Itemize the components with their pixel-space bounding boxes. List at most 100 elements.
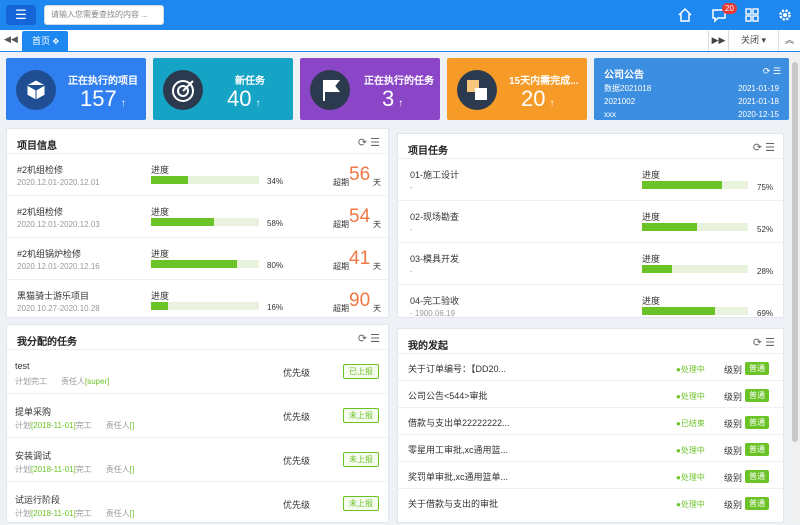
assigned-task-row[interactable]: test 计划完工 责任人[super] 优先级 已上报: [7, 349, 388, 393]
days-unit: 天: [373, 304, 381, 313]
card-new-tasks[interactable]: 新任务 40 ↑: [153, 58, 293, 120]
progress-percent: 28%: [757, 267, 774, 276]
close-tabs-dropdown[interactable]: 关闭 ▾: [728, 30, 778, 51]
initiated-row[interactable]: 零星用工审批,xc通用篮... ●处理中 级别 普通: [398, 434, 783, 461]
initiated-row[interactable]: 关于借款与支出的审批 ●处理中 级别 普通: [398, 488, 783, 515]
tab-scroll-left-icon[interactable]: ◀◀: [4, 34, 18, 45]
notice-item-name[interactable]: xxx: [604, 108, 651, 120]
project-name[interactable]: 黑猫骑士游乐项目: [17, 289, 89, 302]
initiated-row[interactable]: 关于订单编号：【DD20... ●处理中 级别 普通: [398, 353, 783, 380]
progress-fill: [642, 265, 672, 273]
project-row[interactable]: #2机组检修 2020.12.01-2020.12.03 进度 58% 超期 54 天: [7, 195, 388, 237]
assigned-task-name[interactable]: test: [15, 361, 30, 371]
project-row[interactable]: #2机组锅炉检修 2020.12.01-2020.12.16 进度 80% 超期 41 天: [7, 237, 388, 279]
notice-card[interactable]: 公司公告 ⟳ ☰ 数据2021018 2021002 xxx 2021-01-1…: [594, 58, 789, 120]
project-name[interactable]: #2机组检修: [17, 205, 63, 218]
message-count-badge: 20: [722, 3, 737, 14]
task-row[interactable]: 01-施工设计 - 进度 75%: [398, 158, 783, 200]
notice-item-name[interactable]: 2021002: [604, 95, 651, 108]
tiles-icon: [457, 70, 497, 110]
owner-label: 责任人: [105, 509, 130, 518]
notice-tools-icon[interactable]: ⟳ ☰: [763, 66, 781, 77]
card-due-in-15-days[interactable]: 15天内需完成... 20 ↑: [447, 58, 587, 120]
scrollbar-thumb[interactable]: [792, 62, 798, 442]
task-row[interactable]: 02-现场勘查 - 进度 52%: [398, 200, 783, 242]
initiated-row[interactable]: 借款与支出单22222222... ●已结束 级别 普通: [398, 407, 783, 434]
plan-label: 计划: [15, 421, 31, 430]
collapse-icon[interactable]: ︽: [778, 30, 800, 51]
owner-name: [super]: [85, 377, 110, 386]
task-name[interactable]: 01-施工设计: [410, 168, 459, 181]
panel-refresh-menu-icon[interactable]: ⟳ ☰: [358, 136, 380, 149]
task-date: - 1900.06.19: [410, 309, 455, 318]
task-row[interactable]: 04-完工验收 - 1900.06.19 进度 69%: [398, 284, 783, 326]
progress-bar: [151, 302, 259, 310]
flag-icon: [310, 70, 350, 110]
assigned-task-name[interactable]: 试运行阶段: [15, 493, 60, 506]
tab-home[interactable]: 首页 ✥: [22, 31, 68, 52]
progress-label: 进度: [151, 207, 170, 217]
assigned-task-meta: 计划[2018-11-01]完工 责任人[]: [15, 420, 134, 431]
done-label: 完工: [31, 377, 47, 386]
initiated-item-name[interactable]: 奖罚单审批,xc通用篮单...: [408, 470, 508, 483]
priority-label: 优先级: [283, 456, 311, 466]
card-running-tasks[interactable]: 正在执行的任务 3 ↑: [300, 58, 440, 120]
grid-icon[interactable]: [743, 6, 761, 24]
progress-bar: [642, 223, 748, 231]
panel-title: 我的发起: [408, 341, 448, 352]
progress-percent: 80%: [267, 261, 284, 270]
project-name[interactable]: #2机组锅炉检修: [17, 247, 81, 260]
panel-refresh-menu-icon[interactable]: ⟳ ☰: [358, 332, 380, 345]
report-status-button[interactable]: 已上报: [343, 364, 379, 379]
task-date: -: [410, 183, 413, 192]
progress-percent: 34%: [267, 177, 284, 186]
assigned-task-name[interactable]: 安装调试: [15, 449, 51, 462]
notice-names: 数据2021018 2021002 xxx: [604, 82, 651, 120]
card-value: 40: [227, 86, 252, 111]
initiated-item-name[interactable]: 关于订单编号：【DD20...: [408, 362, 506, 375]
assigned-task-row[interactable]: 安装调试 计划[2018-11-01]完工 责任人[] 优先级 未上报: [7, 437, 388, 481]
initiated-row[interactable]: 奖罚单审批,xc通用篮单... ●处理中 级别 普通: [398, 461, 783, 488]
settings-gear-icon[interactable]: [776, 6, 794, 24]
panel-refresh-menu-icon[interactable]: ⟳ ☰: [753, 336, 775, 349]
project-row[interactable]: 黑猫骑士游乐项目 2020.10.27-2020.10.28 进度 16% 超期 90 天: [7, 279, 388, 321]
task-name[interactable]: 03-模具开发: [410, 252, 459, 265]
assigned-task-row[interactable]: 试运行阶段 计划[2018-11-01]完工 责任人[] 优先级 未上报: [7, 481, 388, 525]
initiated-row[interactable]: 公司公告<544>审批 ●处理中 级别 普通: [398, 380, 783, 407]
initiated-item-name[interactable]: 公司公告<544>审批: [408, 389, 488, 402]
tab-scroll-right-icon[interactable]: ▶▶: [708, 30, 728, 51]
initiated-item-name[interactable]: 借款与支出单22222222...: [408, 416, 510, 429]
project-tasks-panel: 项目任务 ⟳ ☰ 01-施工设计 - 进度 75% 02-现场勘查 - 进度 52% 03-模具…: [397, 133, 784, 318]
overdue-label: 超期: [333, 178, 349, 187]
report-status-button[interactable]: 未上报: [343, 496, 379, 511]
level-badge: 普通: [745, 443, 769, 456]
progress-percent: 69%: [757, 309, 774, 318]
done-label: 完工: [75, 509, 92, 518]
done-label: 完工: [75, 465, 92, 474]
project-row[interactable]: #2机组检修 2020.12.01-2020.12.01 进度 34% 超期 56 天: [7, 153, 388, 195]
task-name[interactable]: 04-完工验收: [410, 294, 459, 307]
overdue-days: 54: [349, 206, 371, 227]
owner-name: []: [129, 465, 135, 474]
report-status-button[interactable]: 未上报: [343, 408, 379, 423]
report-status-button[interactable]: 未上报: [343, 452, 379, 467]
project-info-panel: 项目信息 ⟳ ☰ #2机组检修 2020.12.01-2020.12.01 进度 34…: [6, 128, 389, 318]
tab-refresh-icon[interactable]: ✥: [53, 37, 60, 46]
project-name[interactable]: #2机组检修: [17, 163, 63, 176]
initiated-item-name[interactable]: 关于借款与支出的审批: [408, 497, 498, 510]
card-running-projects[interactable]: 正在执行的项目 157 ↑: [6, 58, 146, 120]
assigned-task-name[interactable]: 提单采购: [15, 405, 51, 418]
panel-refresh-menu-icon[interactable]: ⟳ ☰: [753, 141, 775, 154]
home-icon[interactable]: [676, 6, 694, 24]
assigned-task-row[interactable]: 提单采购 计划[2018-11-01]完工 责任人[] 优先级 未上报: [7, 393, 388, 437]
initiated-item-name[interactable]: 零星用工审批,xc通用篮...: [408, 443, 508, 456]
search-input[interactable]: 请输入您需要查找的内容 ...: [44, 5, 164, 25]
notice-item-name[interactable]: 数据2021018: [604, 82, 651, 95]
task-name[interactable]: 02-现场勘查: [410, 210, 459, 223]
page-scrollbar[interactable]: [790, 52, 800, 523]
level-badge: 普通: [745, 389, 769, 402]
cube-icon: [16, 70, 56, 110]
task-row[interactable]: 03-模具开发 - 进度 28%: [398, 242, 783, 284]
overdue-days: 56: [349, 164, 371, 185]
menu-toggle-button[interactable]: ☰: [6, 5, 36, 25]
